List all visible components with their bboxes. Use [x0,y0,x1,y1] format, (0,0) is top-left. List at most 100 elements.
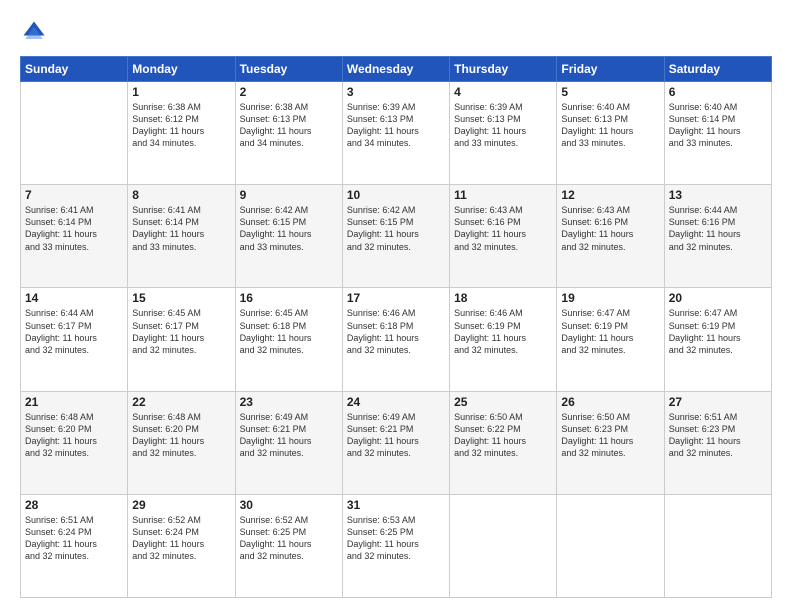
header [20,18,772,46]
day-number: 26 [561,395,659,409]
day-cell: 20 Sunrise: 6:47 AM Sunset: 6:19 PM Dayli… [664,288,771,391]
day-info: Sunrise: 6:39 AM Sunset: 6:13 PM Dayligh… [347,101,445,150]
day-number: 20 [669,291,767,305]
day-info: Sunrise: 6:39 AM Sunset: 6:13 PM Dayligh… [454,101,552,150]
day-info: Sunrise: 6:41 AM Sunset: 6:14 PM Dayligh… [132,204,230,253]
day-cell: 29Sunrise: 6:52 AM Sunset: 6:24 PM Dayli… [128,494,235,597]
day-number: 6 [669,85,767,99]
day-number: 7 [25,188,123,202]
day-cell: 10 Sunrise: 6:42 AM Sunset: 6:15 PM Dayli… [342,185,449,288]
day-cell: 30 Sunrise: 6:52 AM Sunset: 6:25 PM Dayli… [235,494,342,597]
day-info: Sunrise: 6:47 AM Sunset: 6:19 PM Dayligh… [561,307,659,356]
day-cell: 4 Sunrise: 6:39 AM Sunset: 6:13 PM Daylig… [450,82,557,185]
day-cell: 1 Sunrise: 6:38 AM Sunset: 6:12 PM Daylig… [128,82,235,185]
weekday-header-saturday: Saturday [664,57,771,82]
day-number: 5 [561,85,659,99]
day-number: 4 [454,85,552,99]
day-cell: 16Sunrise: 6:45 AM Sunset: 6:18 PM Dayli… [235,288,342,391]
day-cell: 6 Sunrise: 6:40 AM Sunset: 6:14 PM Daylig… [664,82,771,185]
day-cell: 5Sunrise: 6:40 AM Sunset: 6:13 PM Daylig… [557,82,664,185]
day-number: 18 [454,291,552,305]
day-info: Sunrise: 6:44 AM Sunset: 6:16 PM Dayligh… [669,204,767,253]
day-cell [664,494,771,597]
day-number: 27 [669,395,767,409]
day-cell: 11 Sunrise: 6:43 AM Sunset: 6:16 PM Dayli… [450,185,557,288]
day-cell: 8 Sunrise: 6:41 AM Sunset: 6:14 PM Daylig… [128,185,235,288]
day-cell: 2 Sunrise: 6:38 AM Sunset: 6:13 PM Daylig… [235,82,342,185]
logo-icon [20,18,48,46]
day-cell: 13 Sunrise: 6:44 AM Sunset: 6:16 PM Dayli… [664,185,771,288]
day-cell: 12 Sunrise: 6:43 AM Sunset: 6:16 PM Dayli… [557,185,664,288]
day-info: Sunrise: 6:51 AM Sunset: 6:23 PM Dayligh… [669,411,767,460]
day-info: Sunrise: 6:52 AM Sunset: 6:25 PM Dayligh… [240,514,338,563]
day-info: Sunrise: 6:50 AM Sunset: 6:23 PM Dayligh… [561,411,659,460]
day-cell: 24 Sunrise: 6:49 AM Sunset: 6:21 PM Dayli… [342,391,449,494]
day-cell: 25 Sunrise: 6:50 AM Sunset: 6:22 PM Dayli… [450,391,557,494]
day-cell: 18 Sunrise: 6:46 AM Sunset: 6:19 PM Dayli… [450,288,557,391]
day-number: 30 [240,498,338,512]
day-cell: 3Sunrise: 6:39 AM Sunset: 6:13 PM Daylig… [342,82,449,185]
day-number: 17 [347,291,445,305]
day-info: Sunrise: 6:49 AM Sunset: 6:21 PM Dayligh… [347,411,445,460]
day-info: Sunrise: 6:51 AM Sunset: 6:24 PM Dayligh… [25,514,123,563]
day-info: Sunrise: 6:50 AM Sunset: 6:22 PM Dayligh… [454,411,552,460]
day-number: 12 [561,188,659,202]
day-info: Sunrise: 6:48 AM Sunset: 6:20 PM Dayligh… [25,411,123,460]
weekday-header-thursday: Thursday [450,57,557,82]
day-cell: 21Sunrise: 6:48 AM Sunset: 6:20 PM Dayli… [21,391,128,494]
day-info: Sunrise: 6:40 AM Sunset: 6:14 PM Dayligh… [669,101,767,150]
day-number: 13 [669,188,767,202]
day-number: 11 [454,188,552,202]
page: SundayMondayTuesdayWednesdayThursdayFrid… [0,0,792,612]
day-info: Sunrise: 6:49 AM Sunset: 6:21 PM Dayligh… [240,411,338,460]
day-number: 9 [240,188,338,202]
day-cell: 15 Sunrise: 6:45 AM Sunset: 6:17 PM Dayli… [128,288,235,391]
day-cell: 9 Sunrise: 6:42 AM Sunset: 6:15 PM Daylig… [235,185,342,288]
day-info: Sunrise: 6:48 AM Sunset: 6:20 PM Dayligh… [132,411,230,460]
day-info: Sunrise: 6:41 AM Sunset: 6:14 PM Dayligh… [25,204,123,253]
day-cell: 26 Sunrise: 6:50 AM Sunset: 6:23 PM Dayli… [557,391,664,494]
day-number: 25 [454,395,552,409]
day-number: 10 [347,188,445,202]
day-number: 14 [25,291,123,305]
weekday-header-monday: Monday [128,57,235,82]
day-number: 31 [347,498,445,512]
day-info: Sunrise: 6:47 AM Sunset: 6:19 PM Dayligh… [669,307,767,356]
day-number: 2 [240,85,338,99]
day-cell: 17 Sunrise: 6:46 AM Sunset: 6:18 PM Dayli… [342,288,449,391]
day-info: Sunrise: 6:43 AM Sunset: 6:16 PM Dayligh… [454,204,552,253]
day-number: 29 [132,498,230,512]
day-cell: 14 Sunrise: 6:44 AM Sunset: 6:17 PM Dayli… [21,288,128,391]
day-cell: 28Sunrise: 6:51 AM Sunset: 6:24 PM Dayli… [21,494,128,597]
day-number: 1 [132,85,230,99]
weekday-header-friday: Friday [557,57,664,82]
weekday-header-tuesday: Tuesday [235,57,342,82]
logo [20,18,52,46]
day-cell: 31 Sunrise: 6:53 AM Sunset: 6:25 PM Dayli… [342,494,449,597]
day-number: 8 [132,188,230,202]
day-info: Sunrise: 6:46 AM Sunset: 6:18 PM Dayligh… [347,307,445,356]
day-cell: 7 Sunrise: 6:41 AM Sunset: 6:14 PM Daylig… [21,185,128,288]
day-number: 23 [240,395,338,409]
day-info: Sunrise: 6:53 AM Sunset: 6:25 PM Dayligh… [347,514,445,563]
week-row-2: 7 Sunrise: 6:41 AM Sunset: 6:14 PM Daylig… [21,185,772,288]
weekday-header-wednesday: Wednesday [342,57,449,82]
day-cell [557,494,664,597]
week-row-5: 28Sunrise: 6:51 AM Sunset: 6:24 PM Dayli… [21,494,772,597]
day-info: Sunrise: 6:45 AM Sunset: 6:18 PM Dayligh… [240,307,338,356]
day-info: Sunrise: 6:38 AM Sunset: 6:12 PM Dayligh… [132,101,230,150]
week-row-3: 14 Sunrise: 6:44 AM Sunset: 6:17 PM Dayli… [21,288,772,391]
day-info: Sunrise: 6:46 AM Sunset: 6:19 PM Dayligh… [454,307,552,356]
week-row-4: 21Sunrise: 6:48 AM Sunset: 6:20 PM Dayli… [21,391,772,494]
calendar-table: SundayMondayTuesdayWednesdayThursdayFrid… [20,56,772,598]
day-info: Sunrise: 6:45 AM Sunset: 6:17 PM Dayligh… [132,307,230,356]
day-info: Sunrise: 6:38 AM Sunset: 6:13 PM Dayligh… [240,101,338,150]
day-number: 22 [132,395,230,409]
day-info: Sunrise: 6:42 AM Sunset: 6:15 PM Dayligh… [240,204,338,253]
day-info: Sunrise: 6:43 AM Sunset: 6:16 PM Dayligh… [561,204,659,253]
day-number: 15 [132,291,230,305]
day-number: 24 [347,395,445,409]
weekday-header-sunday: Sunday [21,57,128,82]
day-info: Sunrise: 6:42 AM Sunset: 6:15 PM Dayligh… [347,204,445,253]
day-info: Sunrise: 6:44 AM Sunset: 6:17 PM Dayligh… [25,307,123,356]
